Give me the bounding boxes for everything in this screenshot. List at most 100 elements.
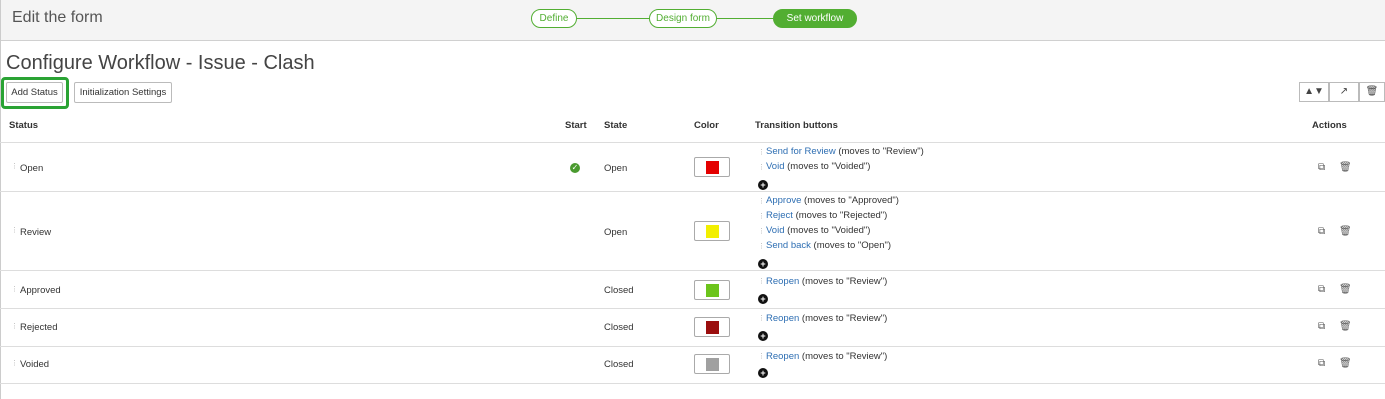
transition-link[interactable]: Send for Review (766, 146, 836, 157)
drag-handle-icon[interactable]: ⋮ (758, 227, 765, 235)
drag-handle-icon[interactable]: ⋮ (758, 163, 765, 171)
status-link[interactable]: Voided (20, 359, 49, 370)
state-value: Closed (604, 322, 634, 333)
add-transition-icon[interactable]: + (758, 331, 768, 341)
drag-handle-icon[interactable]: ⋮ (758, 212, 765, 220)
initialization-settings-button[interactable]: Initialization Settings (74, 82, 172, 103)
transition-item: Reject (moves to "Rejected") (766, 210, 887, 221)
drag-handle-icon[interactable]: ⋮ (11, 226, 18, 234)
transition-target: (moves to "Voided") (784, 161, 871, 172)
transition-link[interactable]: Approve (766, 195, 801, 206)
add-transition-icon[interactable]: + (758, 259, 768, 269)
trash-icon: 🗑 (1365, 86, 1379, 97)
color-picker[interactable] (694, 280, 730, 300)
state-value: Closed (604, 359, 634, 370)
add-transition-icon[interactable]: + (758, 180, 768, 190)
transition-item: Reopen (moves to "Review") (766, 313, 887, 324)
trash-icon[interactable]: 🗑 (1339, 284, 1352, 295)
transition-link[interactable]: Reject (766, 210, 793, 221)
status-link[interactable]: Rejected (20, 322, 58, 333)
drag-handle-icon[interactable]: ⋮ (758, 277, 765, 285)
step-set-workflow[interactable]: Set workflow (773, 9, 857, 28)
color-swatch (706, 358, 719, 371)
export-icon: ↗ (1339, 86, 1349, 97)
transition-item: Void (moves to "Voided") (766, 161, 870, 172)
trash-icon[interactable]: 🗑 (1339, 358, 1352, 369)
state-value: Closed (604, 285, 634, 296)
trash-icon[interactable]: 🗑 (1339, 162, 1352, 173)
transition-item: Send for Review (moves to "Review") (766, 146, 924, 157)
layout-icon-button[interactable]: ▲▼ (1299, 82, 1329, 102)
status-link[interactable]: Approved (20, 285, 61, 296)
drag-handle-icon[interactable]: ⋮ (11, 285, 18, 293)
drag-handle-icon[interactable]: ⋮ (11, 359, 18, 367)
transition-target: (moves to "Open") (810, 240, 892, 251)
trash-icon[interactable]: 🗑 (1339, 321, 1352, 332)
status-link[interactable]: Open (20, 163, 43, 174)
transition-link[interactable]: Void (766, 161, 785, 172)
color-picker[interactable] (694, 317, 730, 337)
transition-item: Reopen (moves to "Review") (766, 276, 887, 287)
drag-handle-icon[interactable]: ⋮ (758, 314, 765, 322)
copy-icon[interactable]: ⧉ (1318, 358, 1325, 369)
drag-handle-icon[interactable]: ⋮ (758, 148, 765, 156)
transition-link[interactable]: Reopen (766, 313, 799, 324)
transition-link[interactable]: Void (766, 225, 785, 236)
table-row: ⋮ Review Open ⋮ Approve (moves to "Appro… (0, 192, 1385, 271)
state-value: Open (604, 227, 628, 238)
color-swatch (706, 161, 719, 174)
table-row: ⋮ Open ✓ Open ⋮ Send for Review (moves t… (0, 143, 1385, 192)
transition-target: (moves to "Review") (799, 276, 888, 287)
color-swatch (706, 284, 719, 297)
workflow-stepper: Define Design form Set workflow (0, 0, 1385, 41)
drag-handle-icon[interactable]: ⋮ (758, 242, 765, 250)
copy-icon[interactable]: ⧉ (1318, 284, 1325, 295)
transition-target: (moves to "Approved") (801, 195, 899, 206)
trash-icon[interactable]: 🗑 (1339, 226, 1352, 237)
transition-target: (moves to "Review") (799, 351, 888, 362)
col-color: Color (694, 120, 719, 131)
transition-target: (moves to "Review") (835, 146, 924, 157)
copy-icon[interactable]: ⧉ (1318, 226, 1325, 237)
add-transition-icon[interactable]: + (758, 368, 768, 378)
step-design-form[interactable]: Design form (649, 9, 717, 28)
add-status-button[interactable]: Add Status (6, 82, 63, 103)
transition-target: (moves to "Rejected") (792, 210, 888, 221)
state-value: Open (604, 163, 628, 174)
transition-item: Send back (moves to "Open") (766, 240, 891, 251)
step-define[interactable]: Define (531, 9, 577, 28)
transition-target: (moves to "Voided") (784, 225, 871, 236)
copy-icon[interactable]: ⧉ (1318, 162, 1325, 173)
color-picker[interactable] (694, 354, 730, 374)
transition-item: Approve (moves to "Approved") (766, 195, 899, 206)
color-swatch (706, 321, 719, 334)
status-link[interactable]: Review (20, 227, 51, 238)
page-title: Configure Workflow - Issue - Clash (6, 52, 315, 74)
col-status: Status (9, 120, 39, 131)
table-row: ⋮ Approved Closed ⋮ Reopen (moves to "Re… (0, 271, 1385, 309)
col-actions: Actions (1312, 120, 1347, 131)
add-transition-icon[interactable]: + (758, 294, 768, 304)
step-connector (577, 18, 649, 19)
start-check-icon: ✓ (570, 163, 580, 173)
transition-item: Void (moves to "Voided") (766, 225, 870, 236)
color-swatch (706, 225, 719, 238)
step-connector (717, 18, 773, 19)
transition-link[interactable]: Send back (766, 240, 811, 251)
drag-handle-icon[interactable]: ⋮ (758, 197, 765, 205)
drag-handle-icon[interactable]: ⋮ (758, 352, 765, 360)
color-picker[interactable] (694, 221, 730, 241)
color-picker[interactable] (694, 157, 730, 177)
table-header: Status Start State Color Transition butt… (0, 116, 1385, 143)
col-state: State (604, 120, 628, 131)
copy-icon[interactable]: ⧉ (1318, 321, 1325, 332)
table-row: ⋮ Voided Closed ⋮ Reopen (moves to "Revi… (0, 347, 1385, 384)
transition-link[interactable]: Reopen (766, 351, 799, 362)
transition-link[interactable]: Reopen (766, 276, 799, 287)
delete-icon-button[interactable]: 🗑 (1359, 82, 1385, 102)
drag-handle-icon[interactable]: ⋮ (11, 162, 18, 170)
transition-target: (moves to "Review") (799, 313, 888, 324)
col-transitions: Transition buttons (755, 120, 838, 131)
export-icon-button[interactable]: ↗ (1329, 82, 1359, 102)
drag-handle-icon[interactable]: ⋮ (11, 322, 18, 330)
